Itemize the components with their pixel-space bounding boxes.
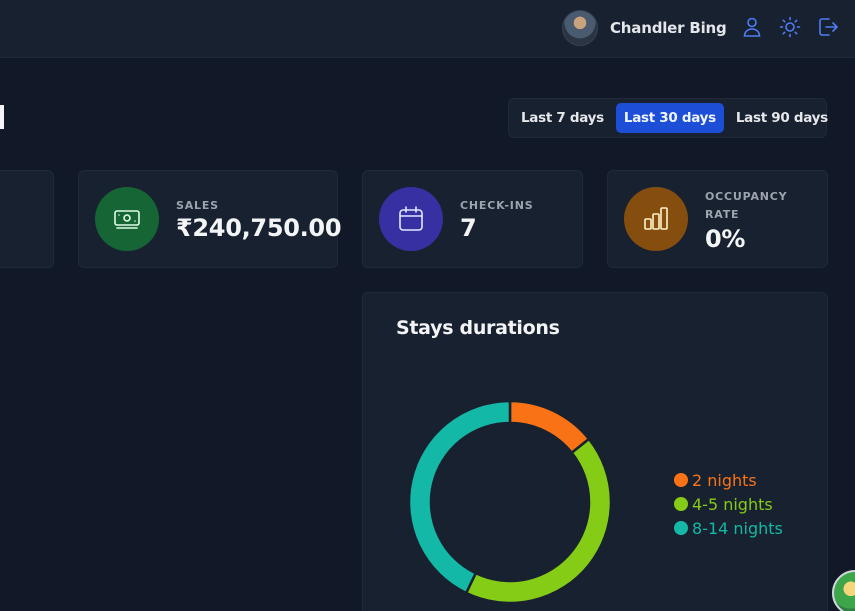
stat-value: 0% (705, 225, 746, 253)
donut-slice-8-14-nights[interactable] (407, 399, 512, 595)
stat-label-line-1: OCCUPANCY (705, 190, 788, 203)
filter-last-90-days[interactable]: Last 90 days (728, 103, 836, 133)
filter-last-7-days[interactable]: Last 7 days (513, 103, 612, 133)
calendar-icon (399, 206, 423, 231)
stat-value: 7 (460, 214, 477, 242)
stays-durations-panel: Stays durations 2 nights 4-5 nights 8-14 n… (362, 292, 828, 611)
stat-icon-circle (379, 187, 443, 251)
legend-item: 2 nights (674, 468, 783, 492)
top-header: Chandler Bing (0, 0, 855, 58)
stat-card-sales: SALES ₹240,750.00 (78, 170, 342, 268)
stat-value: ₹240,750.00 (176, 214, 342, 242)
user-icon[interactable] (740, 15, 764, 39)
date-range-filter: Last 7 days Last 30 days Last 90 days (508, 98, 828, 138)
legend-label: 2 nights (692, 470, 757, 490)
stat-label: CHECK-INS (460, 199, 534, 212)
stat-card-occupancy-rate: OCCUPANCY RATE 0% (607, 170, 828, 268)
user-profile: Chandler Bing (562, 9, 727, 47)
legend-item: 4-5 nights (674, 492, 783, 516)
chart-legend: 2 nights 4-5 nights 8-14 nights (674, 468, 783, 540)
legend-dot (674, 497, 688, 511)
chart-title: Stays durations (396, 317, 560, 339)
banknote-icon (114, 210, 140, 229)
sun-icon[interactable] (778, 15, 802, 39)
logout-icon[interactable] (816, 15, 840, 39)
stat-icon-circle (95, 187, 159, 251)
donut-slice-2-nights[interactable] (508, 399, 591, 455)
stat-card-check-ins: CHECK-INS 7 (362, 170, 583, 268)
legend-dot (674, 473, 688, 487)
user-avatar (562, 10, 598, 46)
stat-card-partial (0, 170, 54, 268)
legend-label: 8-14 nights (692, 518, 783, 538)
legend-item: 8-14 nights (674, 516, 783, 540)
filter-last-30-days[interactable]: Last 30 days (615, 103, 724, 133)
stat-label-line-2: RATE (705, 208, 740, 221)
donut-slice-4-5-nights[interactable] (464, 437, 613, 605)
legend-dot (674, 521, 688, 535)
donut-chart (407, 399, 613, 605)
chat-avatar-button[interactable] (832, 570, 855, 611)
legend-label: 4-5 nights (692, 494, 773, 514)
stat-icon-circle (624, 187, 688, 251)
page-title-fragment (0, 105, 4, 129)
chart-bars-icon (644, 207, 668, 230)
user-name: Chandler Bing (610, 19, 727, 37)
stat-label: SALES (176, 199, 219, 212)
